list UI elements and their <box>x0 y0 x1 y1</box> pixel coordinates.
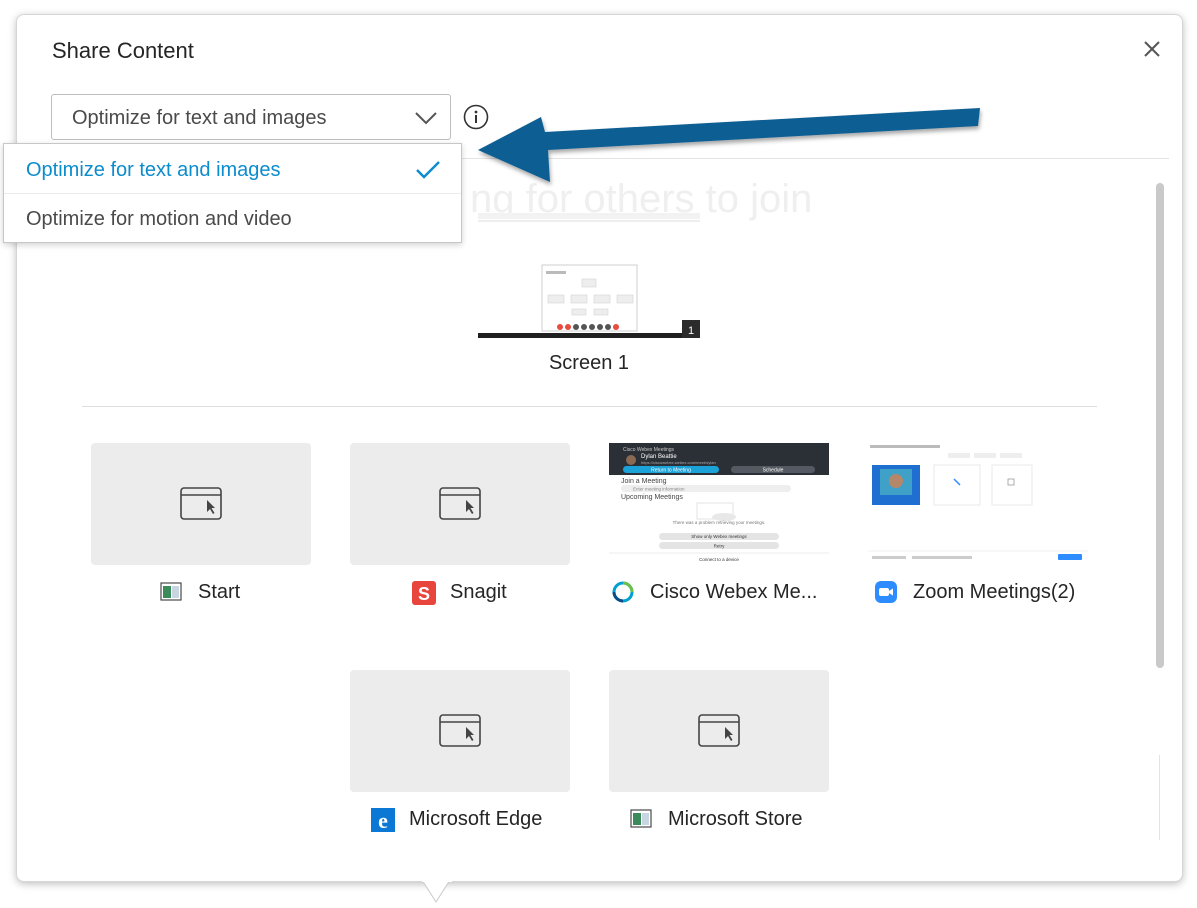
app-window-icon <box>630 808 652 830</box>
option-text-and-images[interactable]: Optimize for text and images <box>4 145 461 194</box>
app-label-store: Microsoft Store <box>630 804 802 834</box>
optimize-dropdown[interactable]: Optimize for text and images <box>51 94 451 140</box>
app-window-icon <box>439 487 481 526</box>
svg-text:https://ciscowebex.webex.com/m: https://ciscowebex.webex.com/meet/dylan <box>641 460 716 465</box>
svg-text:Enter meeting information: Enter meeting information <box>633 487 685 492</box>
option-label: Optimize for motion and video <box>26 208 292 230</box>
app-tile-webex[interactable]: Cisco Webex Meetings Dylan Beattie https… <box>609 443 829 565</box>
webex-icon <box>612 581 634 603</box>
app-tile-snagit[interactable] <box>350 443 570 565</box>
optimize-dropdown-menu: Optimize for text and images Optimize fo… <box>3 143 462 243</box>
checkmark-icon <box>414 159 442 187</box>
svg-text:Cisco Webex Meetings: Cisco Webex Meetings <box>623 447 675 453</box>
app-label-webex: Cisco Webex Me... <box>612 577 817 607</box>
app-tile-zoom[interactable] <box>868 443 1088 565</box>
svg-text:Join a Meeting: Join a Meeting <box>621 478 667 485</box>
app-tile-start[interactable] <box>91 443 311 565</box>
svg-text:Return to Meeting: Return to Meeting <box>651 468 691 474</box>
svg-text:Connect to a device: Connect to a device <box>699 557 739 562</box>
app-name: Cisco Webex Me... <box>650 580 818 603</box>
app-label-snagit: S Snagit <box>412 577 507 607</box>
svg-text:S: S <box>418 584 430 604</box>
svg-text:e: e <box>378 808 388 832</box>
callout-pointer <box>422 880 452 903</box>
app-label-start: Start <box>160 577 240 607</box>
app-name: Snagit <box>450 580 507 603</box>
app-name: Zoom Meetings(2) <box>913 580 1076 603</box>
app-window-icon <box>439 714 481 753</box>
dialog-title: Share Content <box>52 38 194 63</box>
edge-icon: e <box>371 808 395 833</box>
option-motion-and-video[interactable]: Optimize for motion and video <box>4 194 461 242</box>
snagit-icon: S <box>412 581 436 605</box>
screen-badge: 1 <box>688 325 694 337</box>
vertical-scrollbar[interactable] <box>1156 183 1164 668</box>
info-icon[interactable] <box>463 104 489 135</box>
app-window-icon <box>160 581 182 603</box>
app-label-zoom: Zoom Meetings(2) <box>875 577 1075 607</box>
svg-text:There was a problem retrieving: There was a problem retrieving your meet… <box>673 520 766 525</box>
svg-text:Upcoming Meetings: Upcoming Meetings <box>621 494 683 501</box>
section-divider <box>82 406 1097 407</box>
app-window-icon <box>698 714 740 753</box>
app-tile-store[interactable] <box>609 670 829 792</box>
app-name: Microsoft Edge <box>409 807 543 830</box>
app-label-edge: e Microsoft Edge <box>371 804 542 834</box>
app-window-icon <box>180 487 222 526</box>
close-icon[interactable] <box>1140 37 1164 61</box>
chevron-down-icon <box>414 107 438 134</box>
svg-text:Schedule: Schedule <box>763 468 784 474</box>
option-label: Optimize for text and images <box>26 159 281 181</box>
app-name: Microsoft Store <box>668 807 803 830</box>
screen-1-thumbnail[interactable]: 1 <box>478 213 700 338</box>
header-divider <box>462 158 1169 159</box>
screen-1-label: Screen 1 <box>548 352 630 374</box>
optimize-dropdown-value: Optimize for text and images <box>72 107 327 129</box>
app-tile-edge[interactable] <box>350 670 570 792</box>
svg-text:Retry: Retry <box>714 544 726 549</box>
svg-text:Show only Webex meetings: Show only Webex meetings <box>691 534 747 539</box>
app-name: Start <box>198 580 241 603</box>
scrollbar-track <box>1159 755 1160 840</box>
zoom-icon <box>875 581 897 603</box>
